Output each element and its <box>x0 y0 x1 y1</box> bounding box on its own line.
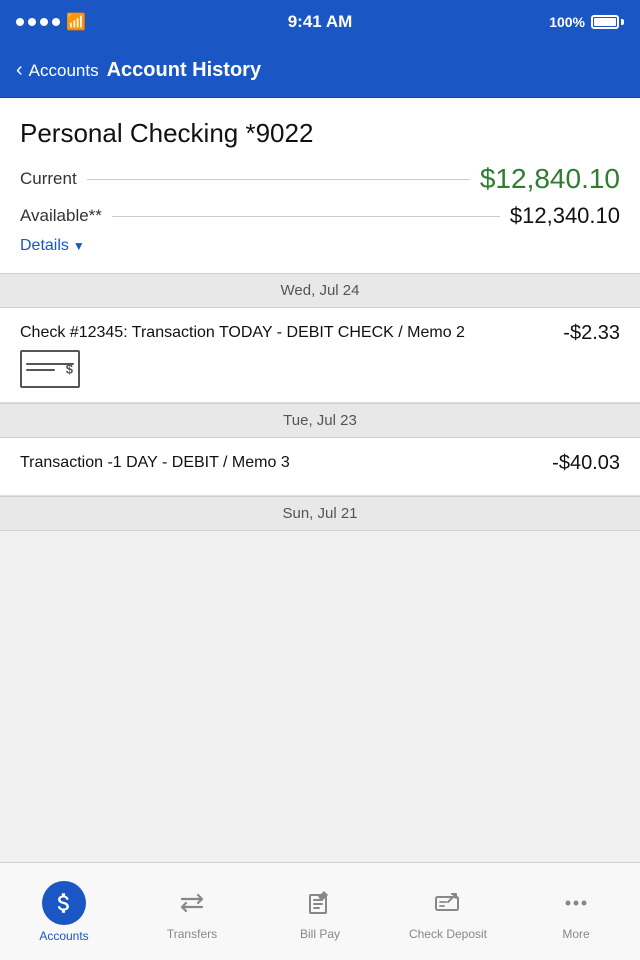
divider-2 <box>112 216 500 217</box>
dot-2 <box>28 18 36 26</box>
more-icon-container <box>556 883 596 923</box>
tab-transfers[interactable]: Transfers <box>128 863 256 960</box>
wifi-icon: 📶 <box>66 12 86 32</box>
transactions-list: Wed, Jul 24 Check #12345: Transaction TO… <box>0 273 640 531</box>
details-link[interactable]: Details ▼ <box>20 237 620 255</box>
current-balance-amount: $12,840.10 <box>480 163 620 195</box>
transaction-left: Transaction -1 DAY - DEBIT / Memo 3 <box>20 452 542 480</box>
transaction-left: Check #12345: Transaction TODAY - DEBIT … <box>20 322 553 388</box>
tab-accounts[interactable]: Accounts <box>0 863 128 960</box>
checkdeposit-icon <box>434 889 462 917</box>
transfers-icon-container <box>172 883 212 923</box>
divider <box>87 179 470 180</box>
tab-billpay[interactable]: Bill Pay <box>256 863 384 960</box>
transaction-description: Check #12345: Transaction TODAY - DEBIT … <box>20 322 553 344</box>
back-button[interactable]: ‹ Accounts <box>16 59 99 82</box>
check-image-icon: $ <box>20 350 80 388</box>
back-label: Accounts <box>29 61 99 81</box>
tab-billpay-label: Bill Pay <box>300 927 340 941</box>
back-chevron-icon: ‹ <box>16 59 23 82</box>
signal-dots <box>16 18 60 26</box>
transaction-amount: -$40.03 <box>552 452 620 475</box>
content-area: Personal Checking *9022 Current $12,840.… <box>0 98 640 862</box>
check-dollar-icon: $ <box>66 362 73 377</box>
tab-transfers-label: Transfers <box>167 927 217 941</box>
tab-bar: Accounts Transfers Bill Pay <box>0 862 640 960</box>
status-time: 9:41 AM <box>288 12 353 32</box>
account-summary: Personal Checking *9022 Current $12,840.… <box>0 98 640 273</box>
current-balance-row: Current $12,840.10 <box>20 163 620 195</box>
dot-4 <box>52 18 60 26</box>
status-right: 100% <box>549 14 624 30</box>
details-label: Details <box>20 237 69 255</box>
nav-bar: ‹ Accounts Account History <box>0 44 640 98</box>
checkdeposit-icon-container <box>428 883 468 923</box>
tab-more-label: More <box>562 927 589 941</box>
battery-percent: 100% <box>549 14 585 30</box>
date-header-wed: Wed, Jul 24 <box>0 273 640 308</box>
billpay-icon <box>306 889 334 917</box>
table-row[interactable]: Transaction -1 DAY - DEBIT / Memo 3 -$40… <box>0 438 640 495</box>
transaction-amount: -$2.33 <box>563 322 620 345</box>
account-name: Personal Checking *9022 <box>20 118 620 149</box>
dollar-icon <box>51 890 77 916</box>
current-label: Current <box>20 169 77 189</box>
date-header-tue: Tue, Jul 23 <box>0 403 640 438</box>
transaction-description: Transaction -1 DAY - DEBIT / Memo 3 <box>20 452 542 474</box>
transfers-icon <box>178 889 206 917</box>
battery-icon <box>591 15 624 29</box>
check-line-2 <box>26 369 55 371</box>
available-label: Available** <box>20 206 102 226</box>
date-header-sun: Sun, Jul 21 <box>0 496 640 531</box>
page-title: Account History <box>107 59 261 82</box>
tab-accounts-label: Accounts <box>39 929 88 943</box>
available-balance-amount: $12,340.10 <box>510 203 620 229</box>
more-icon <box>562 889 590 917</box>
table-row[interactable]: Check #12345: Transaction TODAY - DEBIT … <box>0 308 640 403</box>
tab-more[interactable]: More <box>512 863 640 960</box>
available-balance-row: Available** $12,340.10 <box>20 203 620 229</box>
dot-1 <box>16 18 24 26</box>
dot-3 <box>40 18 48 26</box>
details-arrow-icon: ▼ <box>73 239 85 253</box>
status-left: 📶 <box>16 12 86 32</box>
tab-checkdeposit[interactable]: Check Deposit <box>384 863 512 960</box>
accounts-icon-bg <box>42 881 86 925</box>
tab-checkdeposit-label: Check Deposit <box>409 927 487 941</box>
billpay-icon-container <box>300 883 340 923</box>
status-bar: 📶 9:41 AM 100% <box>0 0 640 44</box>
